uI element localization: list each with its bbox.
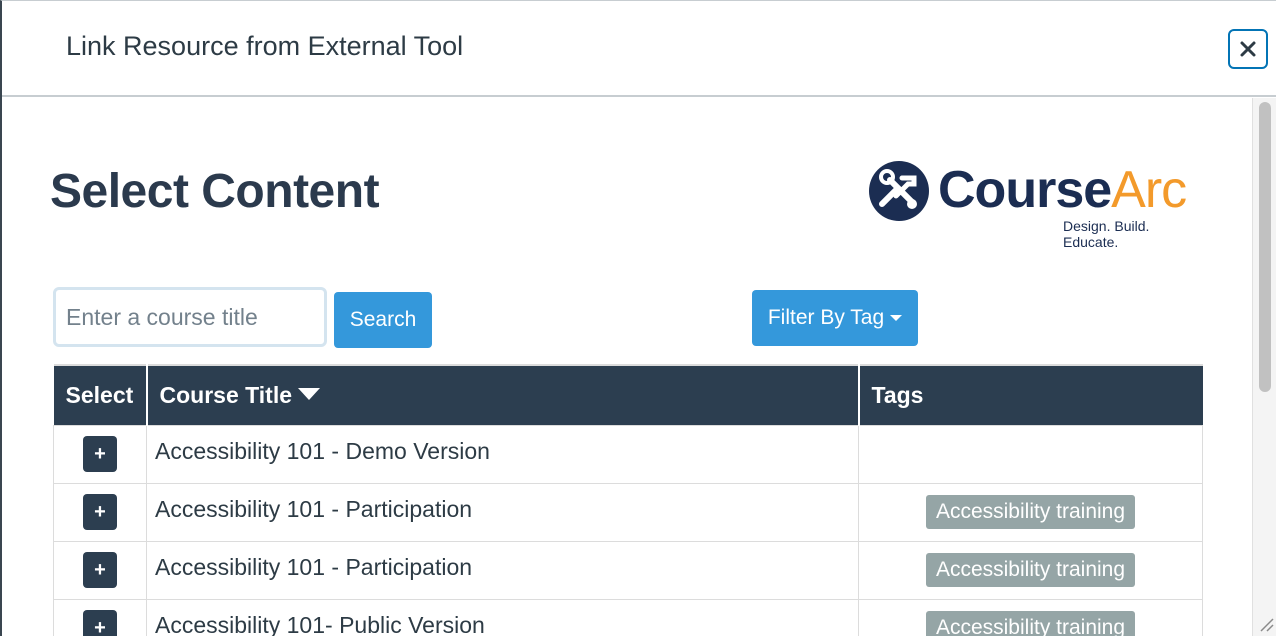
course-table: Select Course Title Tags + Accessibility… bbox=[53, 364, 1203, 636]
resize-grip-icon[interactable] bbox=[1256, 614, 1274, 632]
column-header-course-title[interactable]: Course Title bbox=[146, 364, 860, 425]
tag-badge: Accessibility training bbox=[925, 495, 1136, 529]
table-row: + Accessibility 101- Public Version Acce… bbox=[53, 598, 1203, 636]
wrench-hammer-icon bbox=[869, 161, 929, 221]
course-title: Accessibility 101 - Participation bbox=[146, 540, 859, 600]
caret-down-icon bbox=[890, 315, 903, 321]
course-title: Accessibility 101- Public Version bbox=[146, 598, 859, 636]
filter-label: Filter By Tag bbox=[767, 306, 885, 329]
close-button[interactable] bbox=[1228, 29, 1268, 69]
vertical-scrollbar[interactable] bbox=[1252, 98, 1276, 636]
column-header-select: Select bbox=[53, 364, 148, 425]
add-course-button[interactable]: + bbox=[83, 610, 117, 636]
dialog-content: Select Content CourseArc Design. Build. … bbox=[0, 98, 1252, 636]
table-row: + Accessibility 101 - Participation Acce… bbox=[53, 482, 1203, 542]
filter-by-tag-button[interactable]: Filter By Tag bbox=[752, 290, 918, 346]
coursearc-logo: CourseArc Design. Build. Educate. bbox=[868, 160, 1208, 250]
tag-badge: Accessibility training bbox=[925, 611, 1136, 636]
table-row: + Accessibility 101 - Demo Version bbox=[53, 424, 1203, 484]
course-title: Accessibility 101 - Participation bbox=[146, 482, 859, 542]
dialog-header: Link Resource from External Tool bbox=[2, 1, 1276, 97]
tags-cell bbox=[858, 424, 1203, 484]
logo-wordmark: CourseArc bbox=[938, 161, 1187, 219]
search-button[interactable]: Search bbox=[334, 292, 432, 348]
sort-descending-icon[interactable] bbox=[298, 387, 320, 400]
table-header-row: Select Course Title Tags bbox=[53, 364, 1203, 425]
search-input[interactable] bbox=[53, 287, 327, 347]
column-header-tags: Tags bbox=[858, 364, 1203, 425]
dialog-title: Link Resource from External Tool bbox=[66, 31, 464, 61]
course-title: Accessibility 101 - Demo Version bbox=[146, 424, 859, 484]
scrollbar-thumb[interactable] bbox=[1259, 102, 1271, 392]
tag-badge: Accessibility training bbox=[925, 553, 1136, 587]
add-course-button[interactable]: + bbox=[83, 552, 117, 588]
close-icon bbox=[1240, 41, 1256, 57]
logo-tagline: Design. Build. Educate. bbox=[1063, 218, 1150, 250]
add-course-button[interactable]: + bbox=[83, 436, 117, 472]
add-course-button[interactable]: + bbox=[83, 494, 117, 530]
page-title: Select Content bbox=[50, 165, 380, 218]
column-header-title-label: Course Title bbox=[159, 381, 293, 408]
table-row: + Accessibility 101 - Participation Acce… bbox=[53, 540, 1203, 600]
